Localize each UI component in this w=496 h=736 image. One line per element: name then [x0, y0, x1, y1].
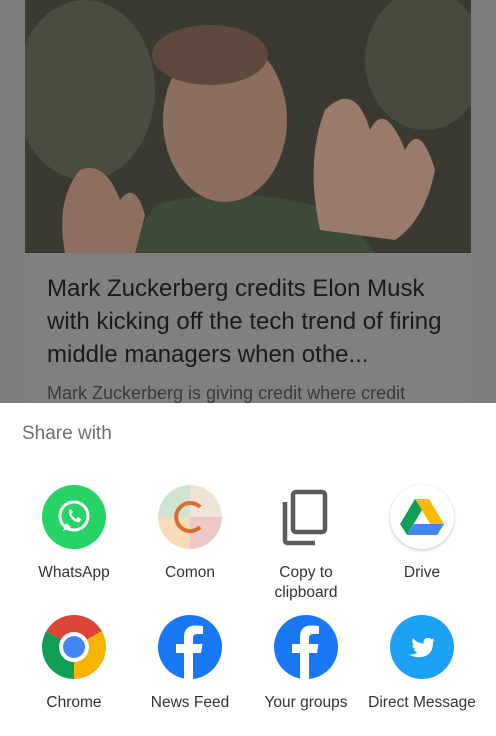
share-target-chrome[interactable]: Chrome — [16, 615, 132, 713]
share-target-label: News Feed — [150, 694, 230, 711]
drive-icon — [390, 485, 454, 549]
share-target-your-groups[interactable]: Your groups — [248, 615, 364, 713]
share-target-label: WhatsApp — [38, 564, 110, 581]
article-photo — [25, 0, 471, 253]
share-target-copy-to-clipboard[interactable]: Copy to clipboard — [248, 485, 364, 603]
share-target-label: Your groups — [264, 694, 348, 711]
share-target-label: Comon — [165, 564, 215, 581]
article-snippet: Mark Zuckerberg is giving credit where c… — [47, 383, 406, 403]
whatsapp-icon — [42, 485, 106, 549]
share-target-whatsapp[interactable]: WhatsApp — [16, 485, 132, 583]
chrome-icon — [42, 615, 106, 679]
share-target-comon[interactable]: Comon — [132, 485, 248, 583]
share-target-label: Copy to clipboard — [274, 564, 338, 601]
share-sheet: Share with WhatsApp Comon Copy to clipbo… — [0, 403, 496, 736]
facebook-icon — [274, 615, 338, 679]
share-target-direct-message[interactable]: Direct Message — [364, 615, 480, 713]
facebook-icon — [158, 615, 222, 679]
share-target-label: Chrome — [46, 694, 102, 711]
copy-icon — [274, 485, 338, 549]
share-target-drive[interactable]: Drive — [364, 485, 480, 583]
news-article-card[interactable]: Mark Zuckerberg credits Elon Musk with k… — [25, 0, 471, 420]
share-target-news-feed[interactable]: News Feed — [132, 615, 248, 713]
twitter-icon — [390, 615, 454, 679]
article-title[interactable]: Mark Zuckerberg credits Elon Musk with k… — [47, 272, 457, 371]
comon-icon — [158, 485, 222, 549]
share-sheet-header: Share with — [22, 423, 112, 444]
share-target-label: Direct Message — [368, 694, 476, 711]
share-target-label: Drive — [403, 564, 441, 581]
